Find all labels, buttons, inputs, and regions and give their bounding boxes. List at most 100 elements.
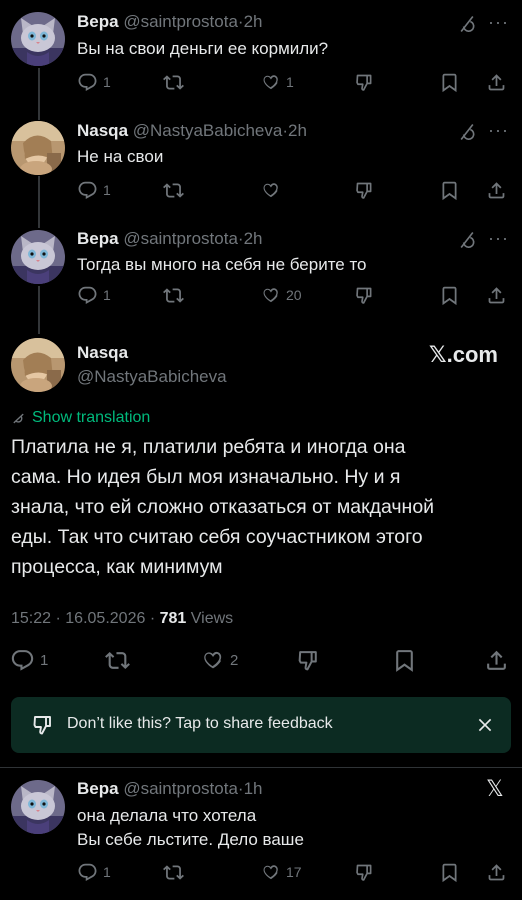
reply-text-line: она делала что хотела (77, 806, 257, 825)
retweet-icon (163, 285, 184, 306)
reply-icon (77, 285, 98, 306)
tweet-text-line: знала, что ей сложно отказаться от макда… (11, 496, 435, 518)
share-button[interactable] (486, 283, 507, 307)
display-name[interactable]: Nasqa (77, 343, 128, 363)
feedback-banner[interactable]: Don’t like this? Tap to share feedback (11, 697, 511, 753)
show-translation-link[interactable]: Show translation (11, 409, 150, 427)
avatar[interactable] (11, 780, 65, 834)
retweet-button[interactable] (163, 860, 184, 884)
bookmark-icon (439, 72, 460, 93)
dislike-icon (354, 285, 375, 306)
share-icon (486, 180, 507, 201)
reply-count: 1 (103, 287, 111, 303)
avatar[interactable] (11, 121, 65, 175)
reply-1[interactable]: Вера @saintprostota·2h ··· Вы на свои де… (0, 0, 522, 115)
share-button[interactable] (486, 178, 507, 202)
bookmark-button[interactable] (439, 178, 460, 202)
reply-2[interactable]: Nasqa @NastyaBabicheva·2h ··· Не на свои… (0, 115, 522, 223)
show-translation-label: Show translation (32, 409, 151, 426)
watermark: 𝕏.com (428, 342, 498, 367)
avatar[interactable] (11, 338, 65, 392)
share-button[interactable] (484, 645, 509, 675)
dislike-button[interactable] (296, 645, 321, 675)
reply-button[interactable]: 1 (77, 283, 111, 307)
user-handle[interactable]: @NastyaBabicheva (77, 367, 227, 387)
timestamp[interactable]: 2h (244, 12, 263, 31)
user-handle[interactable]: @NastyaBabicheva (133, 121, 283, 140)
dislike-button[interactable] (354, 178, 375, 202)
grok-icon[interactable] (457, 122, 477, 142)
like-button[interactable] (260, 178, 286, 202)
more-icon[interactable]: ··· (488, 228, 510, 248)
like-button[interactable]: 20 (260, 283, 302, 307)
action-bar: 1 (77, 178, 507, 202)
separator-dot: · (55, 610, 61, 627)
dislike-button[interactable] (354, 283, 375, 307)
reply-header: Вера @saintprostota·2h (77, 229, 263, 249)
display-name[interactable]: Вера (77, 12, 119, 31)
reply-4[interactable]: Вера @saintprostota·1h 𝕏 она делала что … (0, 768, 522, 900)
retweet-button[interactable] (163, 178, 184, 202)
dislike-button[interactable] (354, 70, 375, 94)
bookmark-icon (439, 285, 460, 306)
reply-header: Nasqa @NastyaBabicheva·2h (77, 121, 307, 141)
reply-header: Вера @saintprostota·2h (77, 12, 263, 32)
avatar[interactable] (11, 12, 65, 66)
retweet-button[interactable] (105, 645, 130, 675)
reply-icon (77, 180, 98, 201)
dislike-button[interactable] (354, 860, 375, 884)
dislike-icon (354, 72, 375, 93)
like-icon (260, 862, 281, 883)
reply-text: Не на свои (77, 147, 164, 166)
display-name[interactable]: Вера (77, 779, 119, 798)
action-bar: 1 17 (77, 860, 507, 884)
user-handle[interactable]: @saintprostota (123, 229, 238, 248)
reply-count: 1 (103, 74, 111, 90)
action-bar: 1 1 (77, 70, 507, 94)
avatar[interactable] (11, 230, 65, 284)
reply-3[interactable]: Вера @saintprostota·2h ··· Тогда вы мног… (0, 223, 522, 330)
x-logo-icon: 𝕏 (486, 776, 504, 801)
like-count: 17 (286, 864, 302, 880)
reply-icon (77, 72, 98, 93)
display-name[interactable]: Nasqa (77, 121, 128, 140)
display-name[interactable]: Вера (77, 229, 119, 248)
reply-count: 1 (103, 182, 111, 198)
like-button[interactable]: 2 (200, 645, 238, 675)
close-icon[interactable] (475, 715, 495, 735)
timestamp[interactable]: 2h (288, 121, 307, 140)
tweet-date[interactable]: 16.05.2026 (65, 610, 145, 627)
more-icon[interactable]: ··· (488, 120, 510, 140)
more-icon[interactable]: ··· (488, 12, 510, 32)
share-button[interactable] (486, 860, 507, 884)
reply-button[interactable]: 1 (77, 860, 111, 884)
like-button[interactable]: 1 (260, 70, 294, 94)
dislike-icon (296, 648, 321, 673)
feedback-text: Don’t like this? Tap to share feedback (67, 715, 333, 732)
grok-icon[interactable] (457, 230, 477, 250)
tweet-text-line: процесса, как минимум (11, 556, 223, 578)
reply-text-line: Вы себе льстите. Дело ваше (77, 830, 304, 849)
retweet-button[interactable] (163, 283, 184, 307)
grok-icon[interactable] (457, 14, 477, 34)
reply-text: Вы на свои деньги ее кормили? (77, 39, 329, 58)
bookmark-button[interactable] (439, 70, 460, 94)
user-handle[interactable]: @saintprostota (123, 779, 238, 798)
action-bar: 1 20 (77, 283, 507, 307)
bookmark-button[interactable] (439, 860, 460, 884)
tweet-time[interactable]: 15:22 (11, 610, 51, 627)
reply-button[interactable]: 1 (10, 645, 48, 675)
timestamp[interactable]: 2h (244, 229, 263, 248)
user-handle[interactable]: @saintprostota (123, 12, 238, 31)
bookmark-button[interactable] (392, 645, 417, 675)
reply-icon (77, 862, 98, 883)
like-button[interactable]: 17 (260, 860, 302, 884)
reply-button[interactable]: 1 (77, 178, 111, 202)
bookmark-button[interactable] (439, 283, 460, 307)
reply-button[interactable]: 1 (77, 70, 111, 94)
reply-header: Вера @saintprostota·1h (77, 779, 263, 799)
timestamp[interactable]: 1h (244, 779, 263, 798)
share-button[interactable] (486, 70, 507, 94)
retweet-button[interactable] (163, 70, 184, 94)
share-icon (484, 648, 509, 673)
